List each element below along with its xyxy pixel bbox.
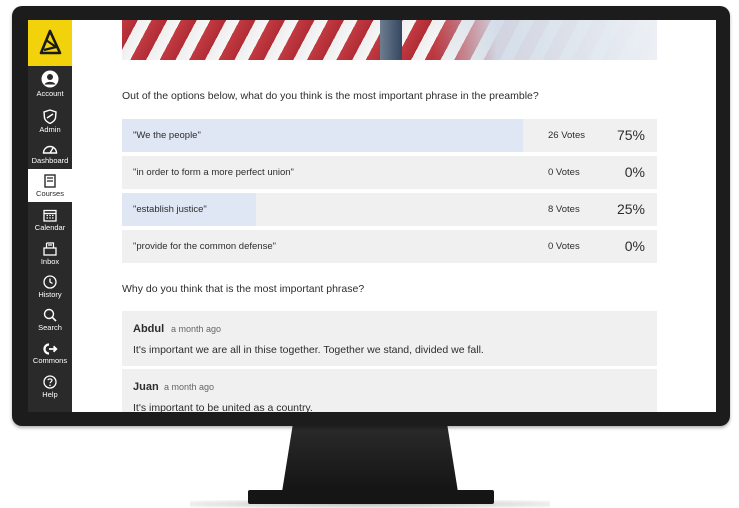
sidebar-item-calendar[interactable]: Calendar xyxy=(28,205,72,235)
inbox-icon xyxy=(43,241,57,256)
poll-percent: 75% xyxy=(616,127,645,143)
sidebar-item-commons[interactable]: Commons xyxy=(28,339,72,369)
poll-vote-count: 0 Votes xyxy=(548,167,580,178)
global-nav-sidebar: Account Admin Dashboard Courses Calendar… xyxy=(28,20,72,412)
brand-logo-icon xyxy=(39,29,62,55)
sidebar-item-label: Courses xyxy=(36,188,64,198)
flag-banner-image xyxy=(122,20,657,60)
sidebar-item-help[interactable]: Help xyxy=(28,372,72,402)
poll-option-row: "in order to form a more perfect union" … xyxy=(122,156,657,189)
calendar-icon xyxy=(43,209,57,222)
comment-card: Juan a month ago It's important to be un… xyxy=(122,369,657,412)
sidebar-item-label: Account xyxy=(36,89,64,98)
comment-card: Abdul a month ago It's important we are … xyxy=(122,311,657,366)
sidebar-item-admin[interactable]: Admin xyxy=(28,106,72,136)
discussion-question: Why do you think that is the most import… xyxy=(122,283,365,295)
poll-option-row: "We the people" 26 Votes 75% xyxy=(122,119,657,152)
comment-time: a month ago xyxy=(171,324,222,334)
comment-author: Abdul xyxy=(133,323,165,335)
comment-body: It's important to be united as a country… xyxy=(133,402,313,412)
search-icon xyxy=(43,308,57,322)
comment-time: a month ago xyxy=(164,382,215,392)
sidebar-item-history[interactable]: History xyxy=(28,272,72,302)
sidebar-item-label: Search xyxy=(38,323,62,332)
help-icon xyxy=(43,375,57,389)
sidebar-item-account[interactable]: Account xyxy=(28,68,72,100)
sidebar-item-search[interactable]: Search xyxy=(28,305,72,335)
poll-vote-count: 0 Votes xyxy=(548,241,580,252)
book-icon xyxy=(44,173,56,188)
poll-option-text: "establish justice" xyxy=(133,204,207,215)
poll-option-row: "establish justice" 8 Votes 25% xyxy=(122,193,657,226)
sidebar-item-courses[interactable]: Courses xyxy=(28,169,72,202)
banner-flag-pole xyxy=(380,20,402,60)
poll-percent: 0% xyxy=(624,238,645,254)
comment-body: It's important we are all in thise toget… xyxy=(133,344,484,356)
monitor-stand-neck xyxy=(282,426,458,492)
poll-option-text: "provide for the common defense" xyxy=(133,241,276,252)
poll-percent: 25% xyxy=(616,201,645,217)
sidebar-item-label: Inbox xyxy=(40,256,60,266)
poll-option-text: "in order to form a more perfect union" xyxy=(133,167,294,178)
sidebar-item-label: Help xyxy=(42,390,58,399)
sidebar-item-label: Calendar xyxy=(34,222,66,232)
poll-vote-count: 26 Votes xyxy=(548,130,585,141)
sidebar-item-label: Dashboard xyxy=(31,156,69,165)
screen: Account Admin Dashboard Courses Calendar… xyxy=(28,20,716,412)
shield-icon xyxy=(43,108,57,124)
gauge-icon xyxy=(42,145,58,154)
comment-author: Juan xyxy=(133,381,159,393)
sidebar-item-label: History xyxy=(38,290,62,299)
sidebar-item-inbox[interactable]: Inbox xyxy=(28,238,72,269)
commons-icon xyxy=(42,343,58,355)
poll-option-text: "We the people" xyxy=(133,130,201,141)
poll-vote-count: 8 Votes xyxy=(548,204,580,215)
sidebar-item-label: Commons xyxy=(32,356,68,365)
user-icon xyxy=(41,70,59,88)
poll-percent: 0% xyxy=(624,164,645,180)
sidebar-item-label: Admin xyxy=(39,124,61,134)
monitor-stand-base xyxy=(248,490,494,504)
poll-option-row: "provide for the common defense" 0 Votes… xyxy=(122,230,657,263)
monitor-frame: Account Admin Dashboard Courses Calendar… xyxy=(12,6,730,426)
sidebar-item-dashboard[interactable]: Dashboard xyxy=(28,140,72,168)
poll-question: Out of the options below, what do you th… xyxy=(122,90,539,102)
brand-logo[interactable] xyxy=(28,20,72,66)
clock-icon xyxy=(43,275,57,289)
